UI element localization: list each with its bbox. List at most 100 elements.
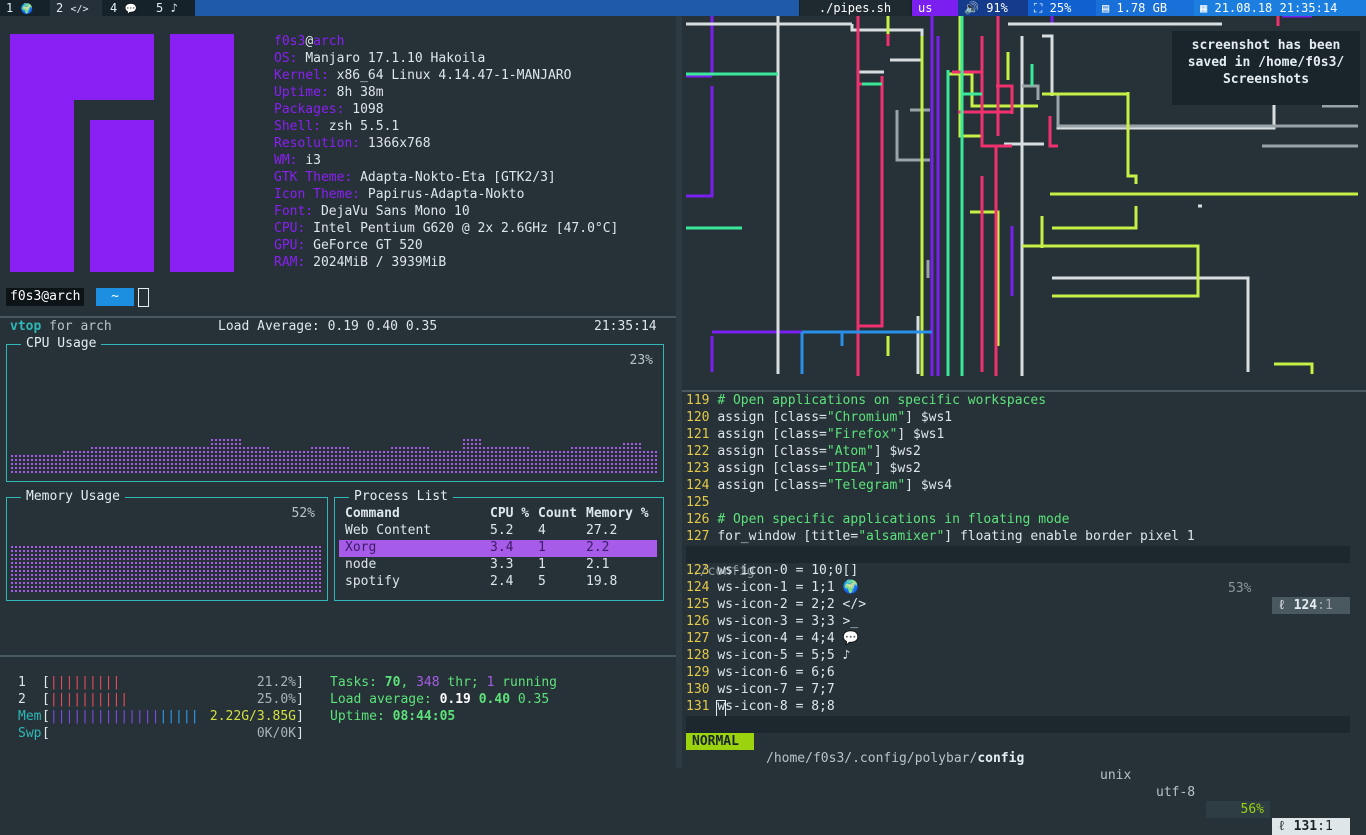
vim-status-inactive: ./config 53% ℓ 124:1 xyxy=(686,546,1350,614)
code-line[interactable]: 122 assign [class="Atom"] $ws2 xyxy=(686,444,921,459)
volume-icon: 🔊 xyxy=(964,1,979,15)
neofetch-kernel: Kernel: x86_64 Linux 4.14.47-1-MANJARO xyxy=(274,68,572,83)
notification-line-3: Screenshots xyxy=(1222,72,1310,87)
memory-usage-box: Memory Usage 52% xyxy=(6,489,328,601)
neofetch-host: arch xyxy=(313,34,345,49)
vim-fileformat: unix xyxy=(1100,768,1132,783)
memory-module: ▤ 1.78 GB xyxy=(1096,0,1198,16)
table-row-selected[interactable]: Xorg 3.4 1 2.2 xyxy=(339,540,657,557)
neofetch-uptime: Uptime: 8h 38m xyxy=(274,85,384,100)
htop-mem-value: 2.22G/3.85G xyxy=(209,709,296,724)
htop-tasks: Tasks: 70, 348 thr; 1 running xyxy=(330,675,558,690)
process-list-box: Process List Command CPU % Count Memory … xyxy=(334,489,664,601)
table-row[interactable]: Web Content 5.2 4 27.2 xyxy=(339,523,657,540)
workspace-4[interactable]: 4 💬 xyxy=(104,0,152,16)
table-row[interactable]: spotify 2.4 5 19.8 xyxy=(339,574,657,591)
htop-cpu1-value: 21.2% xyxy=(256,675,296,690)
workspace-4-number: 4 xyxy=(110,1,118,15)
workspace-5[interactable]: 5 ♪ xyxy=(150,0,198,16)
code-line[interactable]: 124 ws-icon-1 = 1;1 🌍 xyxy=(686,580,859,595)
vtop-time: 21:35:14 xyxy=(594,319,657,334)
vim-percent: 56% xyxy=(1206,801,1270,818)
chat-icon: 💬 xyxy=(124,4,137,15)
neofetch-terminal[interactable]: f0s3@arch OS: Manjaro 17.1.10 Hakoila Ke… xyxy=(0,16,676,316)
htop-swp-label: Swp xyxy=(18,726,42,741)
proc-header-memory[interactable]: Memory % xyxy=(586,506,649,521)
cpu-usage-graph xyxy=(11,437,657,475)
htop-cpu2-label: 2 xyxy=(18,692,26,707)
htop-mem-meter: [||||||||||||||||||| 2.22G/3.85G] xyxy=(42,709,304,724)
bar-divider-line xyxy=(195,0,799,16)
memory-usage-percent: 52% xyxy=(291,506,315,521)
inactive-percent: 53% xyxy=(1228,581,1252,596)
workspace-1[interactable]: 1 🌍 xyxy=(0,0,48,16)
vim-filepath: /home/f0s3/.config/polybar/config xyxy=(766,751,1025,766)
htop-uptime: Uptime: 08:44:05 xyxy=(330,709,456,724)
proc-header-count[interactable]: Count xyxy=(538,506,577,521)
workspace-5-number: 5 xyxy=(156,1,164,15)
htop-swp-meter: [0K/0K] xyxy=(42,726,304,741)
code-line[interactable]: 130 ws-icon-7 = 7;7 xyxy=(686,682,835,697)
vtop-terminal[interactable]: vtop for arch Load Average: 0.19 0.40 0.… xyxy=(0,318,676,654)
htop-cpu1-meter: [||||||||| 21.2%] xyxy=(42,675,304,690)
memory-usage-graph xyxy=(11,546,321,592)
prompt-user: f0s3@arch xyxy=(6,288,85,306)
screenshot-notification[interactable]: screenshot has been saved in /home/f0s3/… xyxy=(1172,31,1360,105)
line-number-icon: ℓ xyxy=(1278,598,1286,613)
vim-mode: NORMAL xyxy=(686,733,754,750)
cpu-value: 25% xyxy=(1049,1,1072,15)
proc-header-command[interactable]: Command xyxy=(345,506,400,521)
proc-header-cpu[interactable]: CPU % xyxy=(490,506,529,521)
code-line[interactable]: 119 # Open applications on specific work… xyxy=(686,393,1046,408)
code-line[interactable]: 126 # Open specific applications in floa… xyxy=(686,512,1070,527)
workspace-2[interactable]: 2 </> xyxy=(50,0,102,16)
cursor xyxy=(138,288,149,307)
cpu-usage-percent: 23% xyxy=(629,353,653,368)
volume-value: 91% xyxy=(986,1,1008,15)
neofetch-resolution: Resolution: 1366x768 xyxy=(274,136,431,151)
htop-terminal[interactable]: 1 [||||||||| 21.2%] 2 [|||||||||| 25.0%] M… xyxy=(0,657,676,768)
code-line[interactable]: 125 ws-icon-2 = 2;2 </> xyxy=(686,597,866,612)
code-line[interactable]: 127 ws-icon-4 = 4;4 💬 xyxy=(686,631,859,646)
memory-value: 1.78 GB xyxy=(1116,1,1168,15)
code-line[interactable]: 125 xyxy=(686,495,709,510)
code-line[interactable]: 123 ws-icon-0 = 10;0[] xyxy=(686,563,858,578)
pipes-terminal[interactable]: screenshot has been saved in /home/f0s3/… xyxy=(682,16,1366,390)
code-line[interactable]: 120 assign [class="Chromium"] $ws1 xyxy=(686,410,952,425)
keyboard-layout[interactable]: us xyxy=(912,0,960,16)
vim-position: ℓ 131:1 xyxy=(1272,818,1350,835)
table-row[interactable]: node 3.3 1 2.1 xyxy=(339,557,657,574)
notification-line-2: saved in /home/f0s3/ xyxy=(1187,55,1345,70)
neofetch-wm: WM: i3 xyxy=(274,153,321,168)
vtop-app-name: vtop xyxy=(10,319,42,334)
vtop-header: vtop for arch xyxy=(10,319,112,334)
volume-module[interactable]: 🔊 91% xyxy=(958,0,1032,16)
code-line[interactable]: 124 assign [class="Telegram"] $ws4 xyxy=(686,478,952,493)
code-line[interactable]: 121 assign [class="Firefox"] $ws1 xyxy=(686,427,944,442)
neofetch-cpu: CPU: Intel Pentium G620 @ 2x 2.6GHz [47.… xyxy=(274,221,619,236)
neofetch-user-host: f0s3@arch xyxy=(274,34,344,49)
vim-status-active: NORMAL /home/f0s3/.config/polybar/config… xyxy=(686,716,1350,835)
neofetch-gtk-theme: GTK Theme: Adapta-Nokto-Eta [GTK2/3] xyxy=(274,170,556,185)
htop-swp-value: 0K/0K xyxy=(256,726,296,741)
neofetch-ram: RAM: 2024MiB / 3939MiB xyxy=(274,255,447,270)
process-list-title: Process List xyxy=(349,489,453,504)
code-line[interactable]: 126 ws-icon-3 = 3;3 >_ xyxy=(686,614,858,629)
workspace-1-number: 1 xyxy=(6,1,14,15)
line-number-icon: ℓ xyxy=(1278,819,1286,834)
window-title: ./pipes.sh xyxy=(800,0,910,16)
neofetch-icon-theme: Icon Theme: Papirus-Adapta-Nokto xyxy=(274,187,525,202)
code-line-current[interactable]: 131 ws-icon-8 = 8;8 xyxy=(686,699,835,714)
neofetch-user: f0s3 xyxy=(274,34,306,49)
datetime-value: 21.08.18 21:35:14 xyxy=(1214,1,1338,15)
memory-usage-title: Memory Usage xyxy=(21,489,125,504)
neofetch-at: @ xyxy=(305,34,314,49)
music-icon: ♪ xyxy=(170,1,178,15)
code-line[interactable]: 128 ws-icon-5 = 5;5 ♪ xyxy=(686,648,850,663)
code-line[interactable]: 123 assign [class="IDEA"] $ws2 xyxy=(686,461,921,476)
vim-encoding: utf-8 xyxy=(1156,785,1196,800)
code-line[interactable]: 127 for_window [title="alsamixer"] float… xyxy=(686,529,1195,544)
code-icon: </> xyxy=(70,4,89,15)
code-line[interactable]: 129 ws-icon-6 = 6;6 xyxy=(686,665,835,680)
prompt-dir: ~ xyxy=(96,288,134,306)
